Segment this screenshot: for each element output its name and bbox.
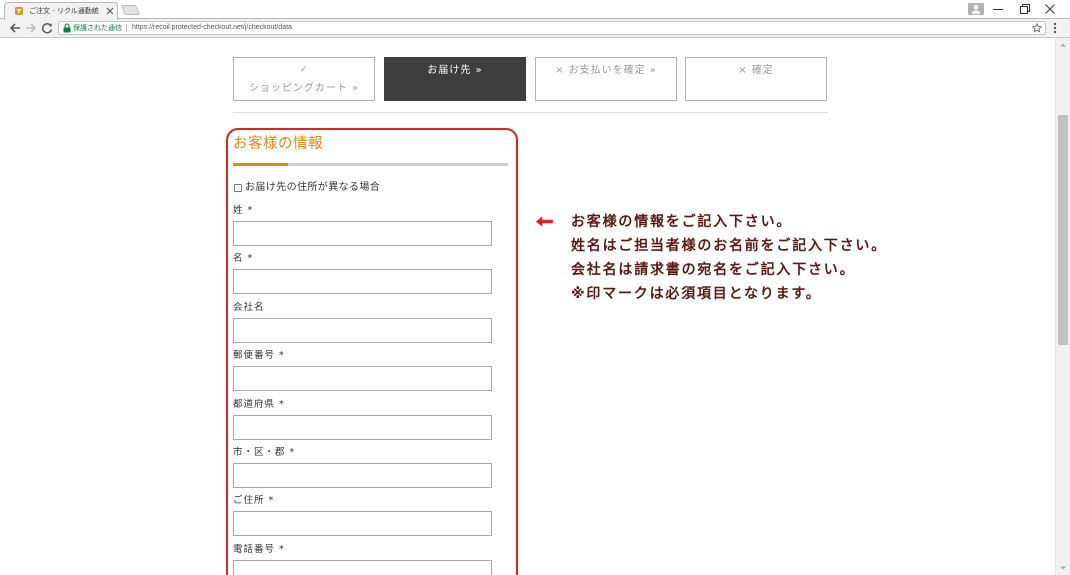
field-label-text: ご住所 (233, 495, 265, 507)
field-label-text: 郵便番号 (233, 350, 276, 362)
field-label-text: 会社名 (233, 301, 265, 313)
first-name-input[interactable] (233, 269, 492, 295)
url-text[interactable]: https://recoil.protected-checkout.net/j/… (132, 22, 292, 34)
check-icon: ✓ (299, 65, 309, 75)
new-tab-button[interactable] (120, 5, 141, 15)
reload-button[interactable] (40, 21, 54, 35)
restore-icon (1020, 3, 1030, 14)
annotation-line: 会社名は請求書の宛名をご記入下さい。 (571, 262, 856, 278)
step-label: × お支払いを確定 » (555, 65, 657, 76)
required-mark: * (279, 398, 285, 410)
field-label: 市・区・郡 * (233, 446, 295, 460)
different-address-checkbox[interactable] (234, 184, 242, 192)
browser-menu-button[interactable] (1050, 21, 1060, 35)
tab-checkout[interactable]: ご注文 - リクル通勤統 (4, 2, 118, 20)
field-last-name: 姓 * (233, 204, 492, 252)
address-separator (126, 24, 127, 32)
field-label-text: 電話番号 (233, 543, 276, 555)
minimize-button[interactable] (987, 0, 1009, 17)
company-name-input[interactable] (233, 317, 492, 343)
field-postal-code: 郵便番号 * (233, 349, 492, 397)
step-label: × 確定 (738, 65, 774, 76)
page-scrollbar[interactable] (1055, 38, 1070, 575)
field-address: ご住所 * (233, 494, 492, 542)
required-mark: * (247, 253, 254, 265)
step-delivery: お届け先 » (384, 57, 526, 101)
postal-code-input[interactable] (233, 366, 492, 392)
scroll-up-button[interactable] (1056, 38, 1070, 52)
site-favicon-icon (14, 6, 24, 16)
annotation-line: ※印マークは必須項目となります。 (571, 286, 822, 302)
page-viewport: ✓ ショッピングカート » お届け先 » × お支払いを確定 » × 確定 お客… (0, 38, 1070, 575)
forward-button[interactable] (24, 21, 38, 35)
form-title-underline-accent (233, 163, 288, 166)
minimize-icon (993, 8, 1003, 10)
required-mark: * (268, 495, 275, 507)
field-label: 電話番号 * (233, 543, 285, 557)
field-label: 都道府県 * (233, 398, 285, 412)
required-mark: * (247, 205, 254, 216)
field-label-text: 名 (233, 253, 244, 265)
annotation-note: お客様の情報をご記入下さい。 姓名はご担当者様のお名前をご記入下さい。 会社名は… (571, 210, 887, 306)
star-icon[interactable] (1032, 23, 1042, 33)
tab-close-icon[interactable] (106, 7, 114, 15)
field-label: 姓 * (233, 204, 253, 218)
field-label-text: 姓 (233, 205, 244, 216)
annotation-line: 姓名はご担当者様のお名前をご記入下さい。 (571, 238, 887, 254)
scroll-down-button[interactable] (1056, 561, 1070, 575)
arrow-right-icon (26, 23, 37, 33)
form-title-underline (233, 163, 508, 166)
tab-title: ご注文 - リクル通勤統 (29, 7, 99, 15)
step-label: ショッピングカート » (248, 83, 360, 94)
close-icon (1045, 3, 1055, 14)
field-label-text: 都道府県 (233, 398, 276, 410)
field-label: ご住所 * (233, 494, 274, 508)
field-label: 会社名 (233, 301, 269, 315)
triangle-down-icon (1060, 566, 1066, 570)
step-label: お届け先 » (427, 65, 483, 76)
user-profile-button[interactable] (967, 0, 984, 17)
address-input[interactable] (233, 511, 492, 537)
field-label: 名 * (233, 252, 253, 266)
required-mark: * (279, 350, 285, 362)
reload-icon (41, 22, 53, 34)
step-confirm: × 確定 (685, 57, 827, 101)
arrow-left-icon (536, 216, 553, 227)
different-address-option[interactable]: お届け先の住所が異なる場合 (234, 181, 380, 195)
more-vertical-icon (1053, 22, 1057, 34)
scrollbar-thumb[interactable] (1058, 115, 1068, 345)
customer-fields: 姓 * 名 * 会社名 郵便番号 * 都道府県 * 市・区・郡 * ご住所 * … (233, 204, 492, 575)
lock-icon[interactable] (63, 23, 71, 33)
field-phone: 電話番号 * (233, 543, 492, 575)
required-mark: * (279, 543, 285, 555)
field-company-name: 会社名 (233, 301, 492, 349)
close-window-button[interactable] (1039, 0, 1061, 17)
prefecture-input[interactable] (233, 414, 492, 440)
required-mark: * (289, 446, 296, 458)
address-bar[interactable]: 保護された通信 https://recoil.protected-checkou… (58, 21, 1046, 35)
step-payment: × お支払いを確定 » (535, 57, 677, 101)
browser-toolbar: 保護された通信 https://recoil.protected-checkou… (0, 19, 1070, 38)
field-label-text: 市・区・郡 (233, 446, 286, 458)
back-button[interactable] (8, 21, 22, 35)
city-input[interactable] (233, 462, 492, 488)
tab-strip: ご注文 - リクル通勤統 (0, 0, 1070, 20)
step-shopping-cart[interactable]: ✓ ショッピングカート » (233, 57, 375, 101)
field-prefecture: 都道府県 * (233, 398, 492, 446)
annotation-line: お客様の情報をご記入下さい。 (571, 214, 793, 230)
steps-divider (233, 112, 828, 113)
secure-connection-label[interactable]: 保護された通信 (73, 22, 122, 34)
field-first-name: 名 * (233, 252, 492, 300)
user-profile-icon (967, 2, 984, 15)
last-name-input[interactable] (233, 221, 492, 246)
triangle-up-icon (1060, 43, 1066, 47)
arrow-left-icon (9, 23, 20, 33)
browser-window: ご注文 - リクル通勤統 保護された通信 https://recoil.prot… (0, 0, 1070, 575)
form-title: お客様の情報 (233, 136, 323, 152)
field-city: 市・区・郡 * (233, 446, 492, 494)
field-label: 郵便番号 * (233, 349, 285, 363)
phone-input[interactable] (233, 559, 492, 575)
restore-button[interactable] (1014, 0, 1036, 17)
different-address-label[interactable]: お届け先の住所が異なる場合 (245, 181, 380, 195)
